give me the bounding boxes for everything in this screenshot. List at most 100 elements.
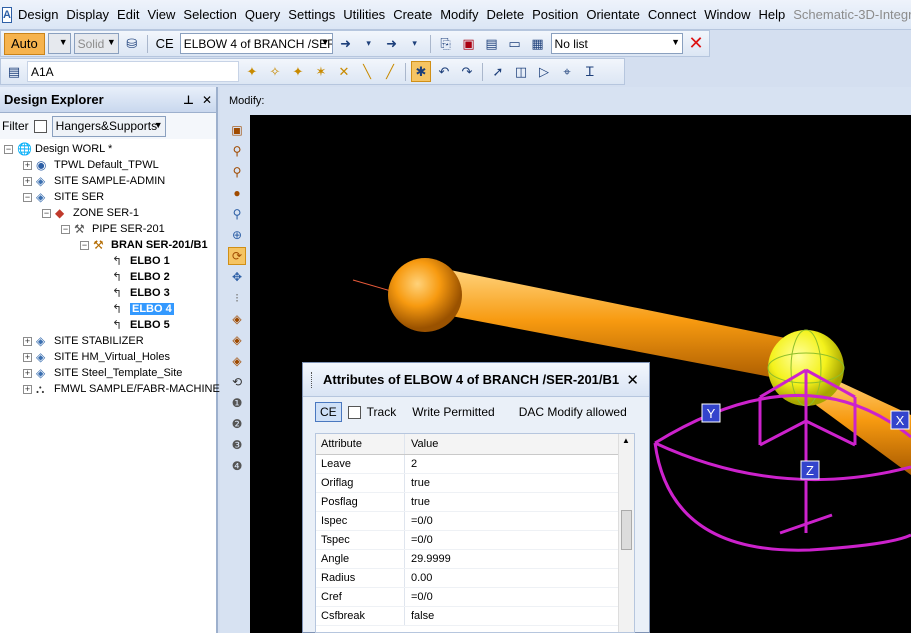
tree-item[interactable]: + ◈ SITE STABILIZER — [0, 333, 216, 349]
table-row[interactable]: Ispec =0/0 — [316, 512, 620, 531]
name-icon[interactable]: ▤ — [4, 61, 24, 82]
attribute-value[interactable]: 2 — [405, 458, 417, 470]
expand-icon[interactable]: + — [23, 368, 32, 378]
table-icon[interactable]: ▦ — [528, 33, 548, 54]
light-icon[interactable]: ⁝ — [228, 289, 246, 307]
attribute-value[interactable]: true — [405, 477, 430, 489]
grip-icon[interactable] — [311, 372, 314, 388]
column-header-value[interactable]: Value — [405, 438, 438, 450]
auto-button[interactable]: Auto — [4, 32, 45, 55]
tree-item[interactable]: − ⚒ BRAN SER-201/B1 — [0, 237, 216, 253]
play-icon[interactable]: ▷ — [534, 61, 554, 82]
pin-icon[interactable]: ⊥ — [183, 93, 194, 107]
tree-item[interactable]: − ◈ SITE SER — [0, 189, 216, 205]
table-row[interactable]: Tspec =0/0 — [316, 531, 620, 550]
walk-icon[interactable]: ⚲ — [228, 142, 246, 160]
box-side-icon[interactable]: ◈ — [228, 352, 246, 370]
menu-item-utilities[interactable]: Utilities — [339, 7, 389, 22]
tree-item[interactable]: ↰ ELBO 3 — [0, 285, 216, 301]
menu-item-query[interactable]: Query — [241, 7, 284, 22]
tree-item[interactable]: + ◈ SITE HM_Virtual_Holes — [0, 349, 216, 365]
attribute-value[interactable]: 29.9999 — [405, 553, 451, 565]
menu-item-settings[interactable]: Settings — [284, 7, 339, 22]
column-header-attribute[interactable]: Attribute — [316, 434, 405, 454]
name-field[interactable]: A1A — [27, 61, 239, 82]
pipe-tool-3-icon[interactable]: ✦ — [288, 61, 308, 82]
window-icon[interactable]: ▭ — [505, 33, 525, 54]
tree-item[interactable]: + ◉ TPWL Default_TPWL — [0, 157, 216, 173]
highlight-tool-icon[interactable]: ✱ — [411, 61, 431, 82]
tree-item[interactable]: − ◆ ZONE SER-1 — [0, 205, 216, 221]
ce-dropdown[interactable]: ELBOW 4 of BRANCH /SER-2 ▼ — [179, 33, 333, 54]
pan-icon[interactable]: ✥ — [228, 268, 246, 286]
collapse-icon[interactable]: − — [80, 240, 89, 250]
collapse-icon[interactable]: − — [4, 144, 13, 154]
tree-item[interactable]: ↰ ELBO 4 — [0, 301, 216, 317]
collapse-icon[interactable]: − — [23, 192, 32, 202]
menu-item-create[interactable]: Create — [389, 7, 436, 22]
save-icon[interactable]: ▣ — [459, 33, 479, 54]
menu-item-delete[interactable]: Delete — [483, 7, 529, 22]
attribute-value[interactable]: true — [405, 496, 430, 508]
sphere-icon[interactable]: ● — [228, 184, 246, 202]
menu-item-selection[interactable]: Selection — [179, 7, 240, 22]
close-icon[interactable]: ✕ — [626, 371, 639, 389]
attribute-value[interactable]: =0/0 — [405, 591, 433, 603]
attribute-value[interactable]: =0/0 — [405, 515, 433, 527]
pipe-joint[interactable] — [388, 258, 462, 332]
rotate-icon[interactable]: ⟳ — [228, 247, 246, 265]
redo-icon[interactable]: ↷ — [457, 61, 477, 82]
zoom-icon[interactable]: ⚲ — [228, 205, 246, 223]
table-row[interactable]: Angle 29.9999 — [316, 550, 620, 569]
clip-icon[interactable]: ◫ — [511, 61, 531, 82]
tree-item[interactable]: + ⛬ FMWL SAMPLE/FABR-MACHINE — [0, 381, 220, 397]
table-row[interactable]: Csfbreak false — [316, 607, 620, 626]
expand-icon[interactable]: + — [23, 160, 32, 170]
box-plan-icon[interactable]: ◈ — [228, 331, 246, 349]
filter-checkbox[interactable] — [33, 119, 47, 133]
scrollbar[interactable]: ▲ — [618, 434, 634, 632]
view-icon[interactable]: ▤ — [482, 33, 502, 54]
pipe-tool-2-icon[interactable]: ✧ — [265, 61, 285, 82]
menu-item-help[interactable]: Help — [755, 7, 790, 22]
forward-dropdown-icon[interactable]: ▾ — [405, 33, 425, 54]
table-row[interactable]: Posflag true — [316, 493, 620, 512]
refresh-icon[interactable]: ⟲ — [228, 373, 246, 391]
back-arrow-icon[interactable]: ➜ — [336, 33, 356, 54]
menu-item-design[interactable]: Design — [14, 7, 62, 22]
zoom-box-icon[interactable]: ⚲ — [228, 163, 246, 181]
tree-item[interactable]: ↰ ELBO 1 — [0, 253, 216, 269]
box-iso-icon[interactable]: ◈ — [228, 310, 246, 328]
cube-view-icon[interactable]: ▣ — [228, 121, 246, 139]
table-row[interactable]: Leave 2 — [316, 455, 620, 474]
tree-item[interactable]: − 🌐 Design WORL * — [0, 141, 216, 157]
menu-item-position[interactable]: Position — [528, 7, 582, 22]
expand-icon[interactable]: + — [23, 384, 32, 394]
scrollbar-thumb[interactable] — [621, 510, 632, 550]
pipe-tool-4-icon[interactable]: ✶ — [311, 61, 331, 82]
pipe-tool-5-icon[interactable]: ✕ — [334, 61, 354, 82]
tree-item[interactable]: − ⚒ PIPE SER-201 — [0, 221, 216, 237]
ce-button[interactable]: CE — [315, 402, 342, 422]
menu-item-window[interactable]: Window — [700, 7, 754, 22]
zoom-in-icon[interactable]: ⊕ — [228, 226, 246, 244]
undo-icon[interactable]: ↶ — [434, 61, 454, 82]
menu-item-modify[interactable]: Modify — [436, 7, 482, 22]
attributes-title-bar[interactable]: Attributes of ELBOW 4 of BRANCH /SER-201… — [303, 363, 649, 397]
collapse-icon[interactable]: − — [61, 224, 70, 234]
menu-item-connect[interactable]: Connect — [644, 7, 700, 22]
measure-icon[interactable]: ⌖ — [557, 61, 577, 82]
tree-item[interactable]: + ◈ SITE SAMPLE-ADMIN — [0, 173, 216, 189]
history-dropdown-icon[interactable]: ▾ — [359, 33, 379, 54]
clear-list-icon[interactable]: ✕ — [686, 33, 706, 54]
attribute-value[interactable]: =0/0 — [405, 534, 433, 546]
table-row[interactable]: Radius 0.00 — [316, 569, 620, 588]
text-tool-icon[interactable]: Ꮖ — [580, 61, 600, 82]
expand-icon[interactable]: + — [23, 336, 32, 346]
database-icon[interactable]: ⛁ — [122, 33, 142, 54]
filter-dropdown[interactable]: Hangers&Supports ▼ — [51, 115, 166, 137]
attribute-value[interactable]: 0.00 — [405, 572, 432, 584]
pipe-tool-1-icon[interactable]: ✦ — [242, 61, 262, 82]
tree-item[interactable]: ↰ ELBO 5 — [0, 317, 216, 333]
attribute-value[interactable]: false — [405, 610, 434, 622]
